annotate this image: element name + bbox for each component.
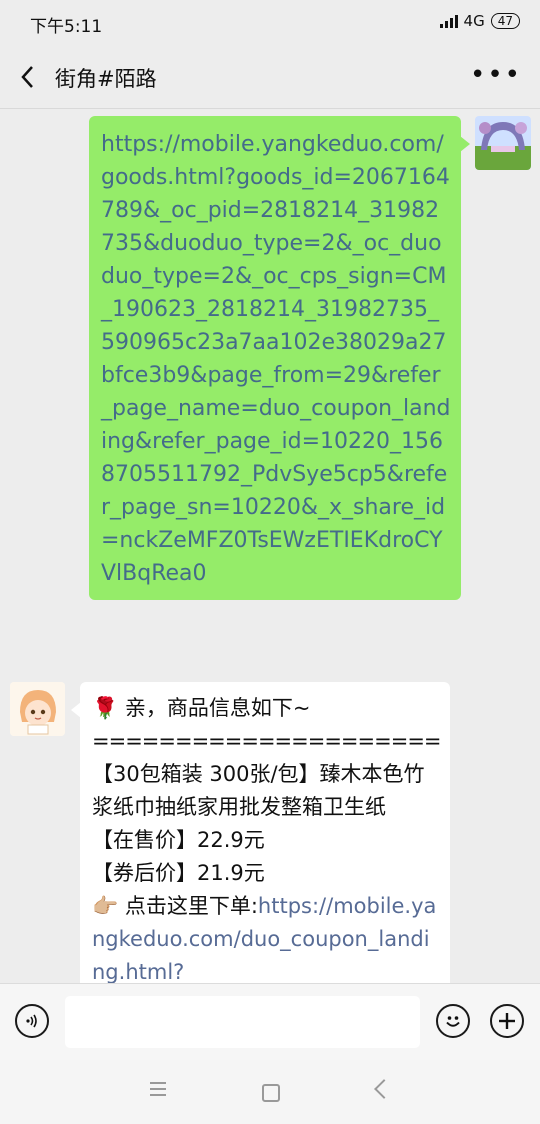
emoji-icon[interactable] bbox=[436, 1004, 470, 1038]
contact-avatar[interactable] bbox=[10, 682, 65, 736]
system-back-icon[interactable] bbox=[374, 1079, 394, 1099]
home-icon[interactable] bbox=[262, 1084, 280, 1102]
greeting-text: 亲，商品信息如下~ bbox=[124, 696, 311, 720]
system-nav-bar bbox=[0, 1060, 540, 1124]
greeting-line: 🌹 亲，商品信息如下~ bbox=[92, 692, 440, 725]
divider-line: ======================= bbox=[92, 729, 440, 753]
signal-icon bbox=[439, 14, 458, 28]
product-title: 【30包箱装 300张/包】臻木本色竹浆纸巾抽纸家用批发整箱卫生纸 bbox=[92, 762, 425, 819]
ellipsis-icon[interactable]: ••• bbox=[470, 60, 522, 90]
outgoing-message-text[interactable]: https://mobile.yangkeduo.com/goods.html?… bbox=[101, 132, 451, 586]
chevron-left-icon[interactable] bbox=[14, 62, 44, 92]
battery-level: 47 bbox=[497, 14, 513, 28]
battery-icon: 47 bbox=[490, 13, 520, 29]
price-line: 【在售价】22.9元 bbox=[92, 828, 265, 852]
rose-icon: 🌹 bbox=[92, 696, 119, 720]
input-bar bbox=[0, 983, 540, 1060]
coupon-price-line: 【券后价】21.9元 bbox=[92, 861, 265, 885]
chat-header: 街角#陌路 ••• bbox=[0, 48, 540, 109]
voice-icon[interactable] bbox=[15, 1004, 49, 1038]
order-label: 点击这里下单: bbox=[124, 894, 258, 918]
status-right: 4G 47 bbox=[439, 12, 520, 30]
plus-icon[interactable] bbox=[490, 1004, 524, 1038]
incoming-message-bubble[interactable]: 🌹 亲，商品信息如下~ ======================= 【30包… bbox=[71, 682, 450, 983]
message-input[interactable] bbox=[65, 996, 420, 1048]
status-bar: 下午5:11 4G 47 bbox=[0, 0, 540, 48]
order-line: 👉🏼 点击这里下单:https://mobile.yangkeduo.com/d… bbox=[92, 890, 440, 983]
recent-apps-icon[interactable] bbox=[150, 1082, 166, 1100]
message-list[interactable]: https://mobile.yangkeduo.com/goods.html?… bbox=[0, 108, 540, 983]
chat-title: 街角#陌路 bbox=[55, 67, 157, 91]
pointing-hand-icon: 👉🏼 bbox=[92, 894, 119, 918]
status-time: 下午5:11 bbox=[30, 17, 103, 37]
self-avatar[interactable] bbox=[475, 116, 531, 170]
network-label: 4G bbox=[463, 12, 485, 30]
outgoing-message-bubble[interactable]: https://mobile.yangkeduo.com/goods.html?… bbox=[89, 116, 470, 600]
